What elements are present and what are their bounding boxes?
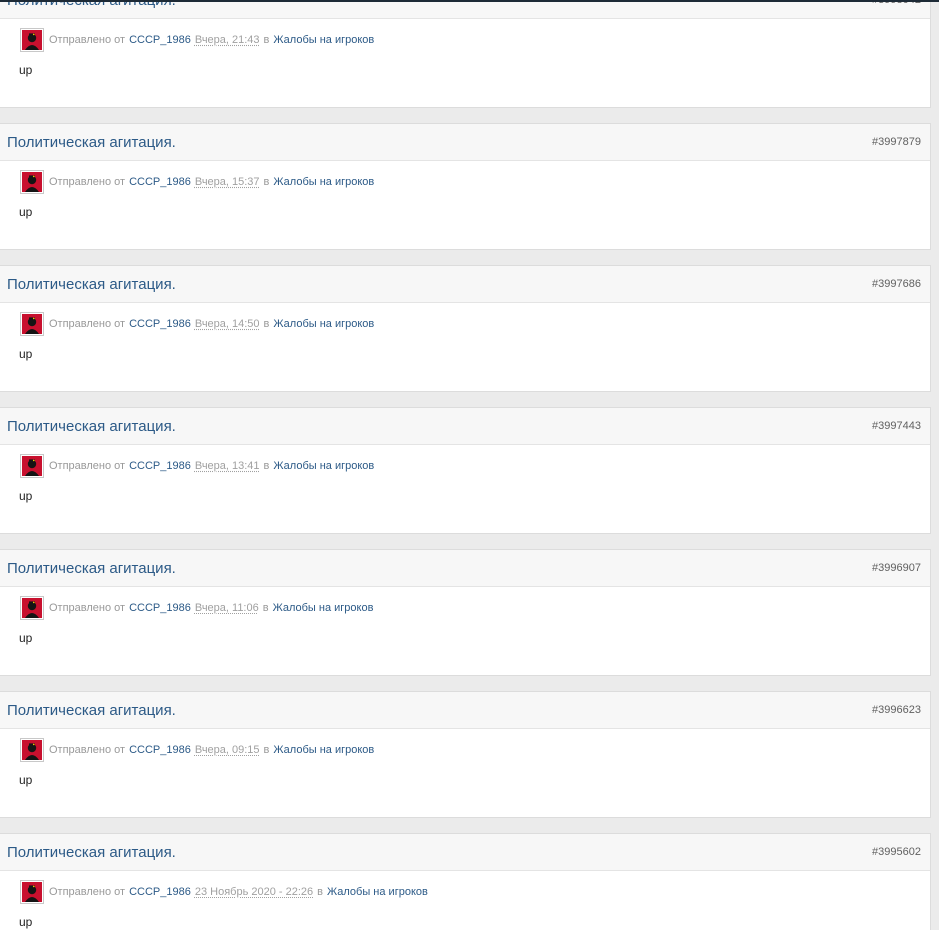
user-avatar-icon[interactable] — [20, 596, 44, 620]
user-avatar-icon[interactable] — [20, 880, 44, 904]
post-meta: Отправлено от СССР_1986 Вчера, 21:43 в Ж… — [20, 28, 374, 52]
in-label: в — [317, 886, 323, 898]
author-link[interactable]: СССР_1986 — [129, 602, 191, 614]
post-meta: Отправлено от СССР_1986 Вчера, 13:41 в Ж… — [20, 454, 374, 478]
post-date: Вчера, 13:41 — [194, 460, 260, 472]
in-label: в — [263, 744, 270, 756]
post-date: Вчера, 21:43 — [194, 34, 260, 46]
post-body: up — [19, 347, 33, 361]
post-body: up — [19, 631, 33, 645]
user-avatar-icon[interactable] — [20, 312, 44, 336]
post-body: up — [19, 773, 33, 787]
author-link[interactable]: СССР_1986 — [129, 744, 191, 756]
post-meta: Отправлено от СССР_1986 Вчера, 14:50 в Ж… — [20, 312, 374, 336]
sent-by-label: Отправлено от — [49, 602, 126, 614]
post-title-link[interactable]: Политическая агитация. — [7, 702, 176, 719]
user-avatar-icon[interactable] — [20, 454, 44, 478]
post-id-link[interactable]: #3995602 — [872, 846, 921, 858]
sent-by-label: Отправлено от — [49, 744, 126, 756]
forum-link[interactable]: Жалобы на игроков — [273, 34, 374, 46]
user-avatar-icon[interactable] — [20, 28, 44, 52]
post-card: Политическая агитация. #3997686 Отправле… — [0, 265, 931, 392]
post-date: Вчера, 14:50 — [194, 318, 260, 330]
post-header: Политическая агитация. #3996907 — [0, 550, 930, 587]
forum-link[interactable]: Жалобы на игроков — [273, 460, 374, 472]
post-meta: Отправлено от СССР_1986 Вчера, 11:06 в Ж… — [20, 596, 374, 620]
post-card: Политическая агитация. #3996907 Отправле… — [0, 549, 931, 676]
search-results-page: Политическая агитация. #3998042 Отправле… — [0, 0, 939, 930]
post-meta: Отправлено от СССР_1986 Вчера, 09:15 в Ж… — [20, 738, 374, 762]
post-title-link[interactable]: Политическая агитация. — [7, 418, 176, 435]
user-avatar-icon[interactable] — [20, 170, 44, 194]
author-link[interactable]: СССР_1986 — [129, 318, 191, 330]
author-link[interactable]: СССР_1986 — [129, 34, 191, 46]
post-date: Вчера, 09:15 — [194, 744, 260, 756]
author-link[interactable]: СССР_1986 — [129, 886, 191, 898]
post-id-link[interactable]: #3997879 — [872, 136, 921, 148]
post-header: Политическая агитация. #3995602 — [0, 834, 930, 871]
post-card: Политическая агитация. #3996623 Отправле… — [0, 691, 931, 818]
post-meta: Отправлено от СССР_1986 23 Ноябрь 2020 -… — [20, 880, 428, 904]
post-title-link[interactable]: Политическая агитация. — [7, 560, 176, 577]
post-body: up — [19, 915, 33, 929]
post-body: up — [19, 63, 33, 77]
in-label: в — [263, 460, 270, 472]
sent-by-label: Отправлено от — [49, 318, 126, 330]
post-title-link[interactable]: Политическая агитация. — [7, 844, 176, 861]
post-title-link[interactable]: Политическая агитация. — [7, 276, 176, 293]
forum-link[interactable]: Жалобы на игроков — [273, 744, 374, 756]
forum-link[interactable]: Жалобы на игроков — [273, 602, 374, 614]
post-header: Политическая агитация. #3997686 — [0, 266, 930, 303]
sent-by-label: Отправлено от — [49, 34, 126, 46]
post-card: Политическая агитация. #3997443 Отправле… — [0, 407, 931, 534]
post-meta: Отправлено от СССР_1986 Вчера, 15:37 в Ж… — [20, 170, 374, 194]
top-border — [0, 0, 939, 2]
post-id-link[interactable]: #3996623 — [872, 704, 921, 716]
post-id-link[interactable]: #3996907 — [872, 562, 921, 574]
sent-by-label: Отправлено от — [49, 886, 126, 898]
forum-link[interactable]: Жалобы на игроков — [273, 318, 374, 330]
forum-link[interactable]: Жалобы на игроков — [327, 886, 428, 898]
in-label: в — [262, 602, 269, 614]
post-id-link[interactable]: #3997443 — [872, 420, 921, 432]
post-card: Политическая агитация. #3997879 Отправле… — [0, 123, 931, 250]
post-card: Политическая агитация. #3998042 Отправле… — [0, 0, 931, 108]
forum-link[interactable]: Жалобы на игроков — [273, 176, 374, 188]
post-header: Политическая агитация. #3996623 — [0, 692, 930, 729]
post-date: Вчера, 15:37 — [194, 176, 260, 188]
post-card: Политическая агитация. #3995602 Отправле… — [0, 833, 931, 930]
in-label: в — [263, 318, 270, 330]
post-body: up — [19, 205, 33, 219]
user-avatar-icon[interactable] — [20, 738, 44, 762]
post-date: 23 Ноябрь 2020 - 22:26 — [194, 886, 314, 898]
post-id-link[interactable]: #3997686 — [872, 278, 921, 290]
author-link[interactable]: СССР_1986 — [129, 176, 191, 188]
sent-by-label: Отправлено от — [49, 460, 126, 472]
in-label: в — [263, 176, 270, 188]
post-header: Политическая агитация. #3998042 — [0, 0, 930, 19]
post-header: Политическая агитация. #3997879 — [0, 124, 930, 161]
post-date: Вчера, 11:06 — [194, 602, 259, 614]
post-title-link[interactable]: Политическая агитация. — [7, 134, 176, 151]
author-link[interactable]: СССР_1986 — [129, 460, 191, 472]
post-body: up — [19, 489, 33, 503]
in-label: в — [263, 34, 270, 46]
post-header: Политическая агитация. #3997443 — [0, 408, 930, 445]
sent-by-label: Отправлено от — [49, 176, 126, 188]
